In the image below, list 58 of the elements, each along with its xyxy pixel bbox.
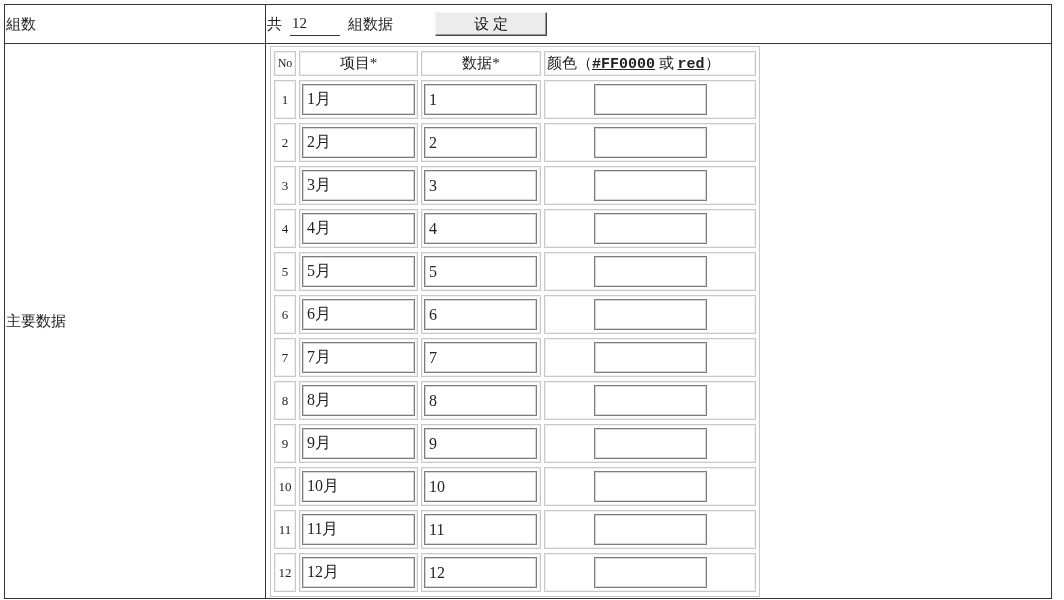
item-field[interactable]: 3月 bbox=[302, 170, 415, 201]
set-button[interactable]: 设 定 bbox=[435, 12, 547, 36]
color-field[interactable] bbox=[593, 514, 707, 545]
row-number: 7 bbox=[274, 338, 296, 377]
data-field[interactable]: 11 bbox=[424, 514, 537, 545]
item-field[interactable]: 1月 bbox=[302, 84, 415, 115]
item-field[interactable]: 8月 bbox=[302, 385, 415, 416]
item-field[interactable]: 12月 bbox=[302, 557, 415, 588]
item-field[interactable]: 4月 bbox=[302, 213, 415, 244]
row-number: 1 bbox=[274, 80, 296, 119]
count-field[interactable]: 12 bbox=[290, 12, 340, 36]
data-field[interactable]: 2 bbox=[424, 127, 537, 158]
column-header: 数据* bbox=[421, 51, 541, 76]
row-label: 主要数据 bbox=[6, 311, 66, 330]
color-field[interactable] bbox=[593, 213, 707, 244]
row-number: 6 bbox=[274, 295, 296, 334]
color-field[interactable] bbox=[593, 557, 707, 588]
data-field[interactable]: 4 bbox=[424, 213, 537, 244]
color-field[interactable] bbox=[593, 84, 707, 115]
column-header: 颜色（#FF0000 或 red） bbox=[544, 51, 756, 76]
color-field[interactable] bbox=[593, 170, 707, 201]
data-field[interactable]: 8 bbox=[424, 385, 537, 416]
row-label: 組数 bbox=[6, 14, 36, 33]
row-number: 2 bbox=[274, 123, 296, 162]
item-field[interactable]: 5月 bbox=[302, 256, 415, 287]
data-field[interactable]: 5 bbox=[424, 256, 537, 287]
row-number: 8 bbox=[274, 381, 296, 420]
row-number: 10 bbox=[274, 467, 296, 506]
column-header: 项目* bbox=[299, 51, 418, 76]
column-header: No bbox=[274, 51, 296, 76]
color-field[interactable] bbox=[593, 428, 707, 459]
item-field[interactable]: 10月 bbox=[302, 471, 415, 502]
count-prefix-label: 共 bbox=[267, 14, 282, 34]
color-field[interactable] bbox=[593, 127, 707, 158]
count-suffix-label: 組数据 bbox=[348, 14, 393, 34]
row-number: 12 bbox=[274, 553, 296, 592]
data-field[interactable]: 12 bbox=[424, 557, 537, 588]
row-number: 11 bbox=[274, 510, 296, 549]
item-field[interactable]: 11月 bbox=[302, 514, 415, 545]
color-field[interactable] bbox=[593, 299, 707, 330]
row-number: 3 bbox=[274, 166, 296, 205]
data-field[interactable]: 6 bbox=[424, 299, 537, 330]
row-number: 5 bbox=[274, 252, 296, 291]
row-number: 9 bbox=[274, 424, 296, 463]
color-field[interactable] bbox=[593, 256, 707, 287]
data-field[interactable]: 3 bbox=[424, 170, 537, 201]
data-field[interactable]: 7 bbox=[424, 342, 537, 373]
item-field[interactable]: 6月 bbox=[302, 299, 415, 330]
item-field[interactable]: 2月 bbox=[302, 127, 415, 158]
data-field[interactable]: 10 bbox=[424, 471, 537, 502]
color-field[interactable] bbox=[593, 342, 707, 373]
data-field[interactable]: 9 bbox=[424, 428, 537, 459]
item-field[interactable]: 9月 bbox=[302, 428, 415, 459]
item-field[interactable]: 7月 bbox=[302, 342, 415, 373]
color-field[interactable] bbox=[593, 471, 707, 502]
color-field[interactable] bbox=[593, 385, 707, 416]
row-number: 4 bbox=[274, 209, 296, 248]
data-field[interactable]: 1 bbox=[424, 84, 537, 115]
